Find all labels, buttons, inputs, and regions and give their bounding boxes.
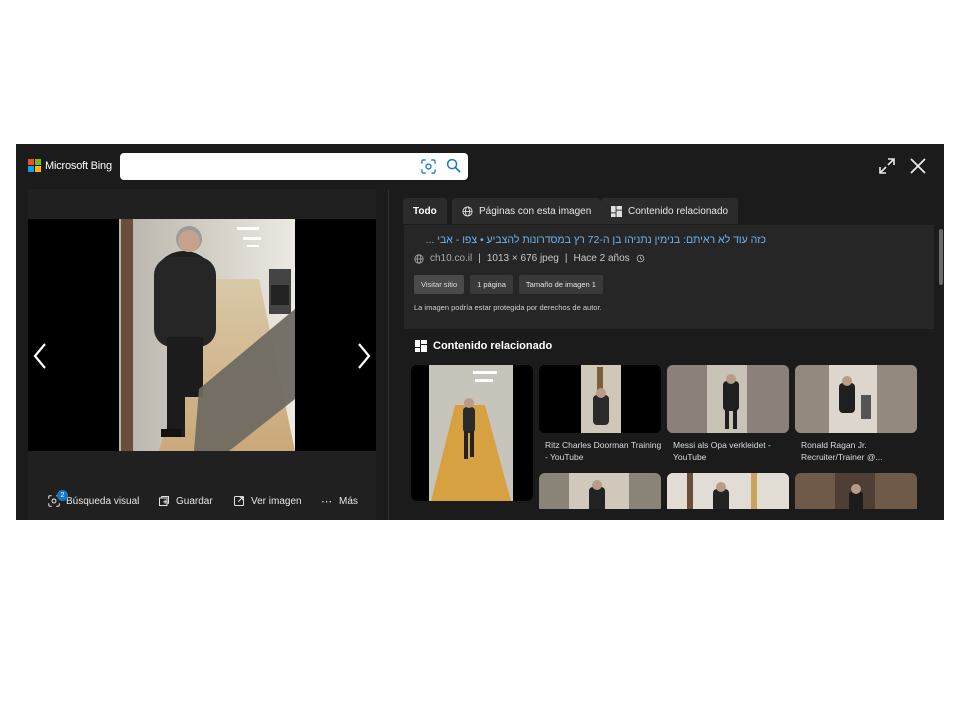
related-section-label: Contenido relacionado — [433, 340, 553, 352]
grid-icon — [611, 205, 622, 217]
related-thumbnail — [429, 365, 513, 501]
search-input[interactable] — [126, 157, 406, 176]
copyright-notice: La imagen podría estar protegida por der… — [414, 303, 602, 312]
meta-separator: | — [564, 253, 568, 264]
related-item[interactable] — [795, 473, 917, 509]
related-item[interactable] — [795, 365, 917, 433]
visual-search-label: Búsqueda visual — [66, 495, 140, 507]
related-thumbnail — [569, 473, 629, 509]
microsoft-logo-icon — [28, 159, 41, 172]
visit-site-button[interactable]: Visitar sitio — [414, 275, 465, 294]
main-image[interactable] — [119, 219, 295, 451]
view-image-button[interactable]: Ver imagen — [233, 495, 302, 507]
more-button[interactable]: ⋯ Más — [321, 495, 358, 508]
image-pane: Búsqueda visual 2 Guardar Ver imagen ⋯ M… — [28, 189, 376, 520]
related-thumbnail — [667, 365, 789, 433]
pane-divider — [388, 189, 389, 520]
save-icon — [158, 495, 170, 507]
save-label: Guardar — [176, 495, 213, 507]
view-image-label: Ver imagen — [251, 495, 302, 507]
result-meta: ch10.co.il | 1013 × 676 jpeg | Hace 2 añ… — [414, 253, 645, 264]
related-caption[interactable]: Ritz Charles Doorman Training - YouTube — [545, 439, 665, 463]
tab-related-content[interactable]: Contenido relacionado — [601, 198, 739, 224]
tab-pages-label: Páginas con esta imagen — [479, 205, 592, 217]
result-site[interactable]: ch10.co.il — [430, 253, 472, 264]
related-item[interactable] — [667, 473, 789, 509]
related-thumbnail — [581, 365, 621, 433]
image-size-button[interactable]: Tamaño de imagen 1 — [518, 275, 603, 294]
save-button[interactable]: Guardar — [158, 495, 213, 507]
image-actions: Búsqueda visual 2 Guardar Ver imagen ⋯ M… — [28, 490, 376, 516]
image-viewer: Microsoft Bing Búsqueda visual 2 Guardar… — [16, 144, 944, 520]
related-grid: Ritz Charles Doorman Training - YouTube … — [411, 365, 921, 509]
globe-icon — [462, 205, 473, 217]
result-buttons: Visitar sitio 1 página Tamaño de imagen … — [414, 275, 603, 294]
globe-icon — [414, 253, 424, 264]
result-age: Hace 2 años — [573, 253, 630, 264]
details-pane: Todo Páginas con esta imagen Contenido r… — [390, 189, 944, 520]
tab-all[interactable]: Todo — [403, 198, 447, 224]
details-scrollbar[interactable] — [939, 229, 943, 285]
related-caption[interactable]: Messi als Opa verkleidet - YouTube — [673, 439, 793, 463]
main-image-stage — [28, 219, 376, 451]
top-bar: Microsoft Bing — [16, 144, 944, 189]
related-item[interactable] — [411, 365, 533, 501]
search-icon[interactable] — [446, 158, 461, 173]
result-card: כזה עוד לא ראיתם: בנימין נתניהו בן ה-72 … — [404, 225, 934, 329]
result-dimensions: 1013 × 676 jpeg — [486, 253, 559, 264]
bing-logo[interactable]: Microsoft Bing — [28, 159, 112, 172]
related-item[interactable] — [539, 365, 661, 433]
related-item[interactable] — [539, 473, 661, 509]
tab-related-label: Contenido relacionado — [628, 205, 729, 217]
meta-separator: | — [478, 253, 481, 264]
grid-icon — [415, 340, 427, 352]
visual-search-icon[interactable] — [421, 159, 436, 174]
chevron-right-icon[interactable] — [354, 341, 374, 371]
history-icon — [636, 254, 644, 263]
expand-icon[interactable] — [878, 157, 896, 175]
tab-pages-with-image[interactable]: Páginas con esta imagen — [452, 198, 602, 224]
related-section-title: Contenido relacionado — [415, 340, 552, 352]
tab-all-label: Todo — [413, 205, 437, 217]
result-title-link[interactable]: כזה עוד לא ראיתם: בנימין נתניהו בן ה-72 … — [414, 234, 766, 246]
chevron-left-icon[interactable] — [30, 341, 50, 371]
view-image-icon — [233, 495, 245, 507]
pages-count-button[interactable]: 1 página — [470, 275, 513, 294]
visual-search-badge: 2 — [57, 490, 68, 501]
search-box[interactable] — [120, 153, 468, 180]
more-icon: ⋯ — [321, 496, 333, 508]
logo-text: Microsoft Bing — [45, 159, 112, 172]
related-thumbnail — [667, 473, 789, 509]
related-caption[interactable]: Ronald Ragan Jr. Recruiter/Trainer @... — [801, 439, 921, 463]
close-icon[interactable] — [909, 157, 927, 175]
related-item[interactable] — [667, 365, 789, 433]
more-label: Más — [339, 496, 358, 507]
related-thumbnail — [795, 365, 917, 433]
related-thumbnail — [795, 473, 917, 509]
